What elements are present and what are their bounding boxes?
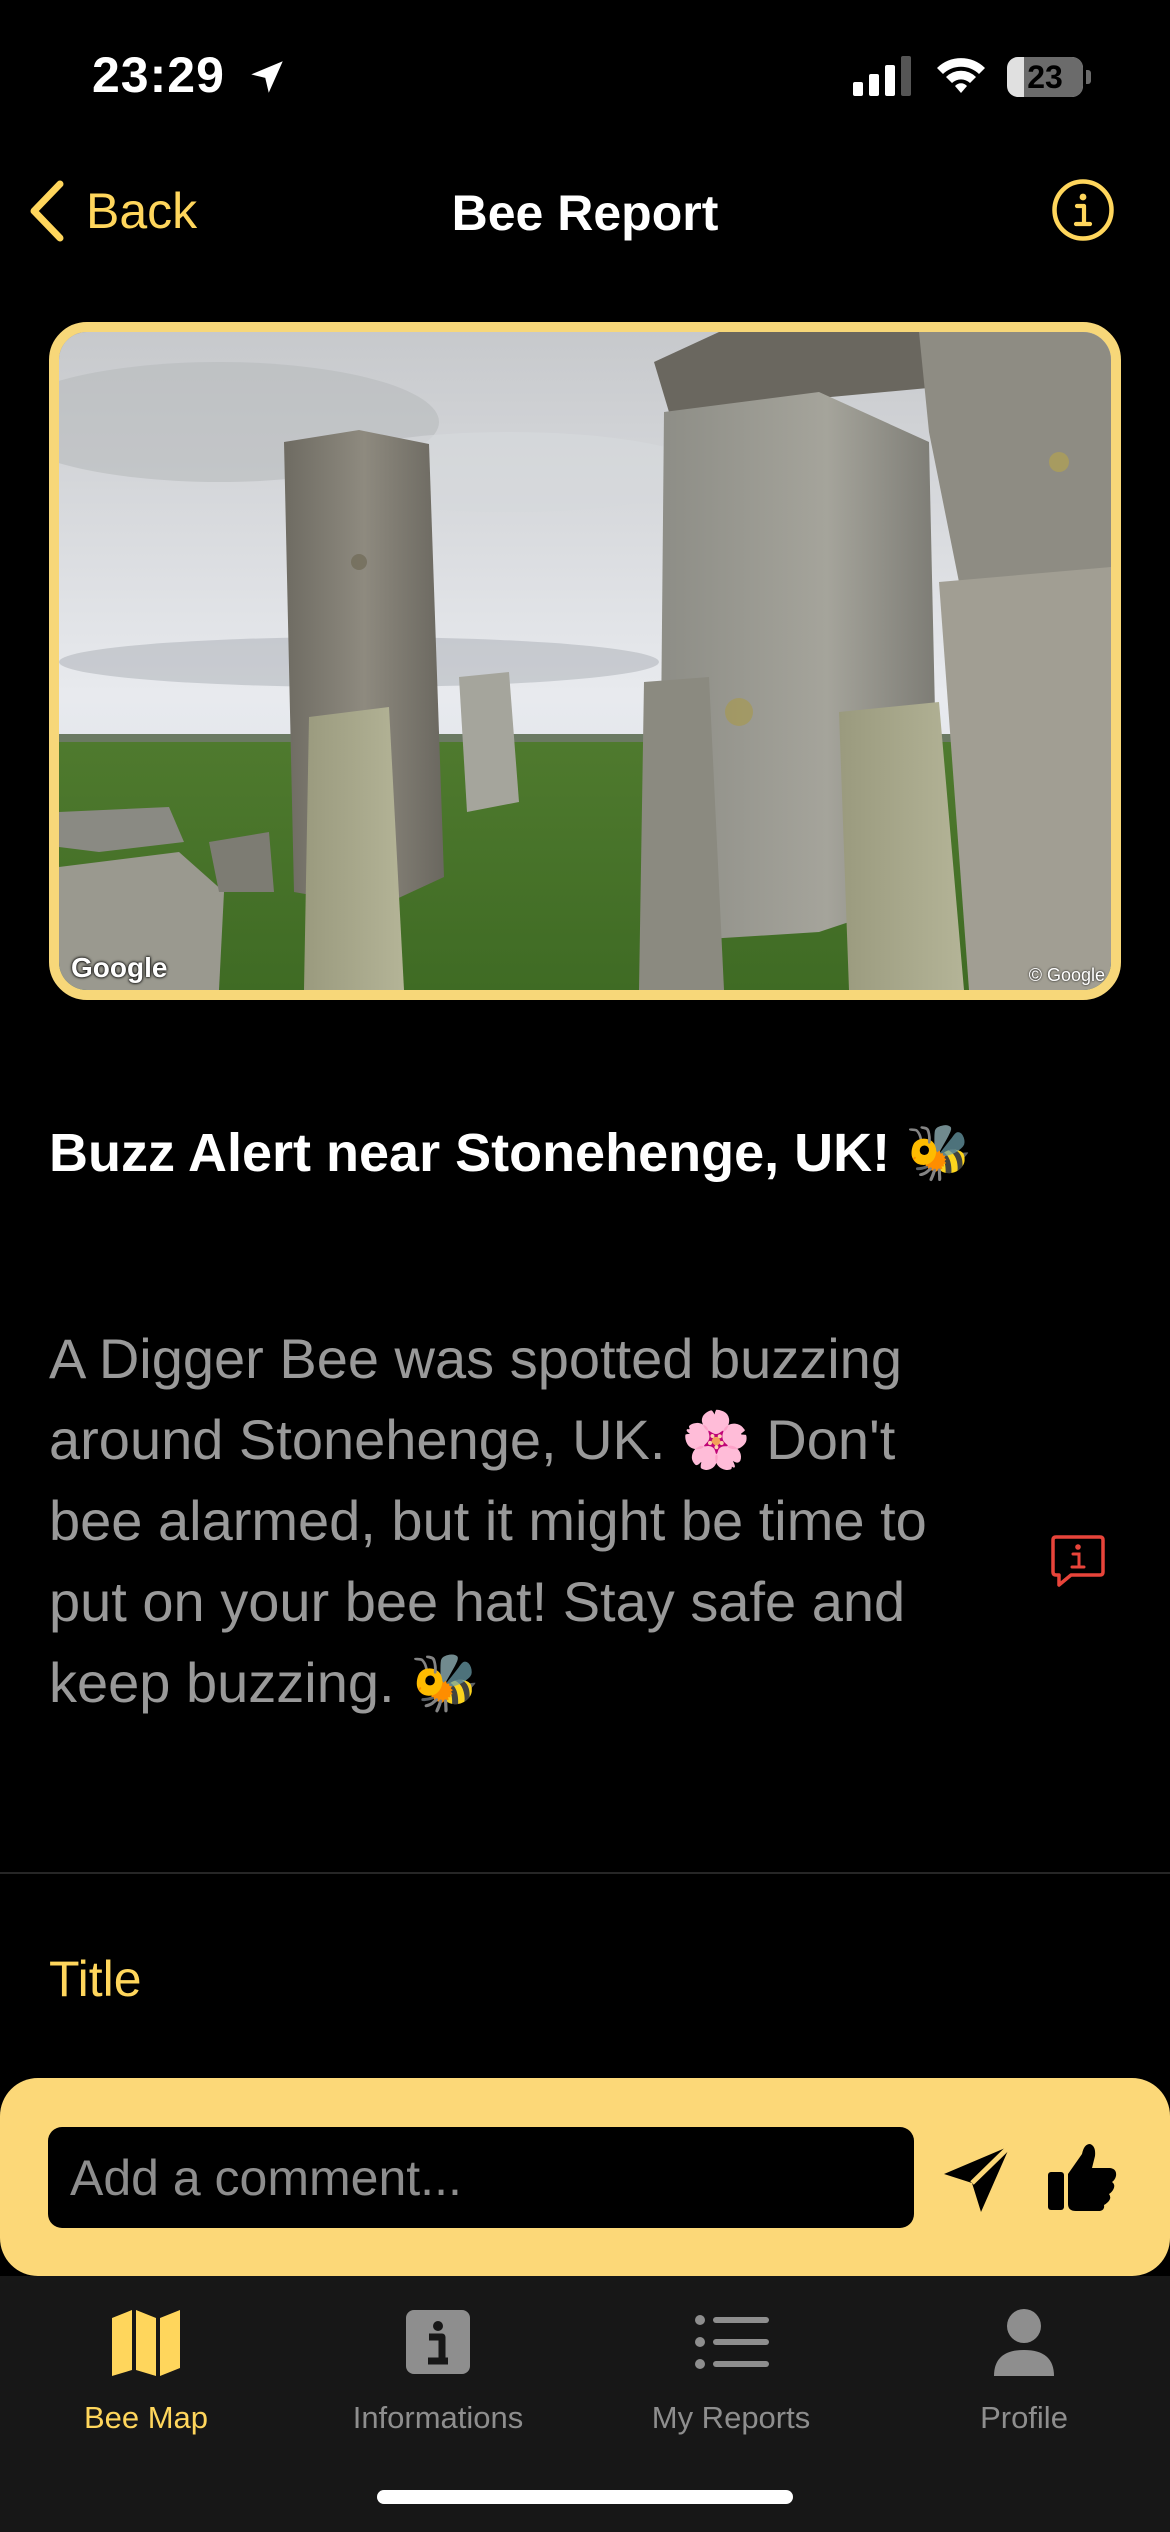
battery-indicator: 23 (1007, 57, 1091, 97)
battery-level: 23 (1027, 59, 1063, 95)
status-time: 23:29 (92, 47, 225, 103)
wifi-icon (937, 58, 985, 93)
stonehenge-scene (59, 332, 1111, 990)
tab-informations[interactable]: Informations (292, 2276, 584, 2446)
person-icon (994, 2309, 1054, 2376)
tab-profile[interactable]: Profile (878, 2276, 1170, 2446)
list-icon (695, 2315, 769, 2369)
tab-label: Bee Map (83, 2400, 209, 2435)
title-field-label: Title (49, 1951, 142, 2007)
info-square-icon (406, 2310, 470, 2374)
tab-label: Informations (352, 2400, 524, 2435)
photo-copyright: © Google (1028, 965, 1105, 985)
send-icon[interactable] (940, 2142, 1014, 2216)
navigation-bar: Back Bee Report (0, 160, 1170, 260)
thumbs-up-icon[interactable] (1046, 2140, 1118, 2214)
tab-my-reports[interactable]: My Reports (585, 2276, 877, 2446)
map-icon (112, 2310, 180, 2376)
home-indicator (377, 2490, 793, 2504)
street-view-photo[interactable]: Google © Google (49, 322, 1121, 1000)
cellular-signal-icon (853, 56, 911, 96)
report-issue-icon[interactable] (1049, 1532, 1107, 1590)
tab-label: Profile (980, 2400, 1068, 2435)
info-icon[interactable] (1051, 178, 1115, 242)
comment-bar (0, 2078, 1170, 2276)
section-divider (0, 1872, 1170, 1874)
google-watermark: Google (71, 952, 168, 983)
tab-label: My Reports (651, 2400, 811, 2435)
status-bar: 23:29 23 (0, 0, 1170, 150)
comment-input[interactable] (48, 2127, 914, 2228)
location-arrow-icon (251, 61, 283, 93)
page-title: Bee Report (451, 185, 719, 241)
tab-bee-map[interactable]: Bee Map (0, 2276, 292, 2446)
report-title: Buzz Alert near Stonehenge, UK! 🐝 (49, 1123, 973, 1183)
report-description: A Digger Bee was spotted buzzing around … (49, 1327, 927, 1714)
